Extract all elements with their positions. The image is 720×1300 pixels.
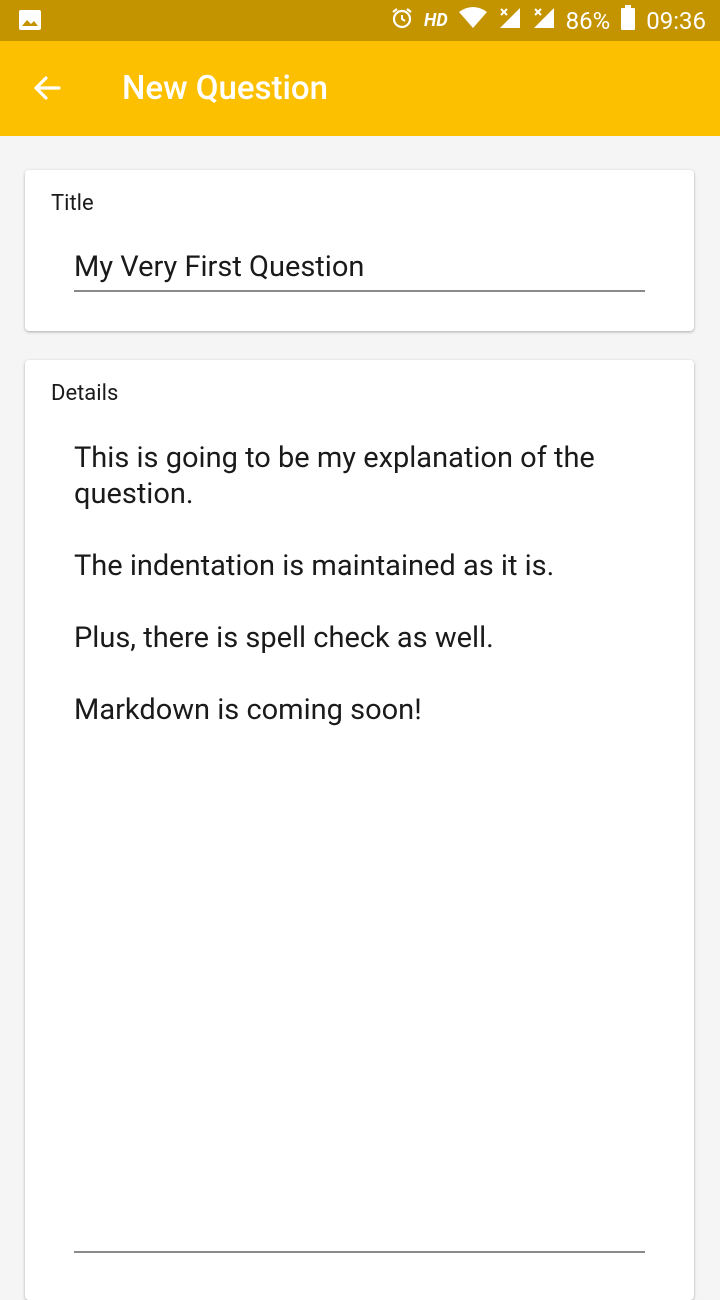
- details-paragraph: The indentation is maintained as it is.: [74, 549, 555, 583]
- app-bar: New Question: [0, 41, 720, 136]
- title-label: Title: [51, 191, 94, 216]
- wifi-icon: [458, 6, 488, 36]
- details-input[interactable]: This is going to be my explanation of th…: [74, 440, 645, 1253]
- clock: 09:36: [646, 6, 706, 35]
- image-icon: [18, 9, 42, 35]
- arrow-back-icon[interactable]: [28, 69, 66, 107]
- battery-text: 86%: [565, 6, 611, 35]
- status-bar: HD 86% 09:36: [0, 0, 720, 41]
- signal-icon: [498, 6, 522, 36]
- battery-icon: [620, 4, 636, 37]
- signal-icon: [532, 6, 556, 36]
- alarm-icon: [390, 6, 414, 36]
- details-card: Details This is going to be my explanati…: [25, 360, 694, 1300]
- details-label: Details: [51, 381, 119, 406]
- title-input[interactable]: My Very First Question: [74, 250, 645, 292]
- details-paragraph: Markdown is coming soon!: [74, 693, 422, 727]
- hd-indicator: HD: [423, 10, 448, 31]
- title-card: Title My Very First Question: [25, 170, 694, 331]
- details-paragraph: Plus, there is spell check as well.: [74, 621, 494, 655]
- details-paragraph: This is going to be my explanation of th…: [74, 441, 595, 511]
- page-title: New Question: [122, 69, 329, 108]
